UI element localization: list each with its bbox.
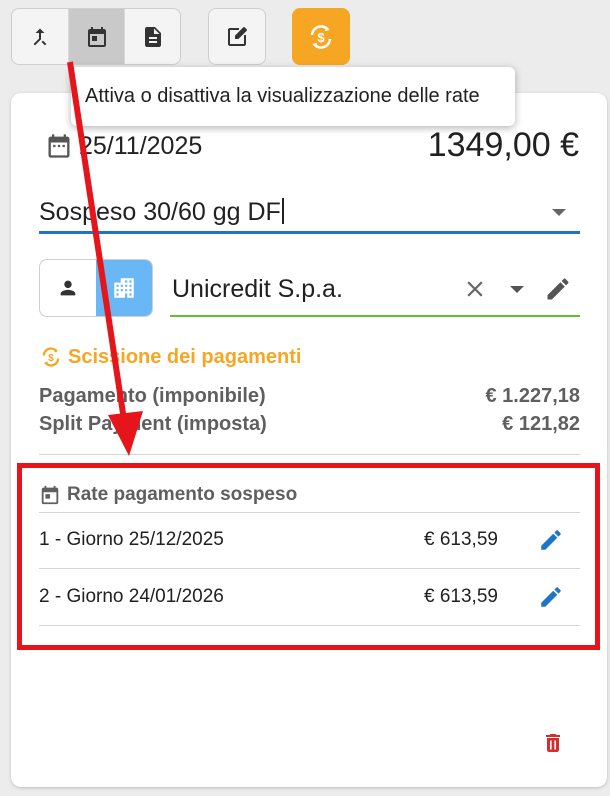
currency-cycle-icon: $ xyxy=(42,347,60,367)
pencil-icon[interactable] xyxy=(544,275,572,303)
highlight-box xyxy=(17,463,600,650)
person-icon xyxy=(60,280,76,296)
document-date: 25/11/2025 xyxy=(79,131,203,160)
calendar-icon xyxy=(87,26,106,47)
edit-note-icon xyxy=(228,26,247,46)
payment-method-value: Sospeso 30/60 gg DF xyxy=(39,198,281,226)
customer-select[interactable]: Unicredit S.p.a. xyxy=(170,262,580,317)
split-row-value: € 1.227,18 xyxy=(485,385,580,407)
company-type-button[interactable] xyxy=(96,260,152,316)
view-toggle-group xyxy=(11,8,181,65)
merge-icon xyxy=(33,28,47,45)
clear-icon[interactable] xyxy=(462,276,488,302)
split-row-label: Split Payment (imposta) xyxy=(39,413,267,435)
person-type-button[interactable] xyxy=(40,260,96,316)
merge-button[interactable] xyxy=(12,9,68,64)
trash-icon[interactable] xyxy=(541,729,565,757)
dropdown-arrow-icon[interactable] xyxy=(552,209,566,216)
text-cursor xyxy=(281,198,284,224)
currency-cycle-icon: $ xyxy=(310,24,332,49)
dropdown-arrow-icon[interactable] xyxy=(510,286,524,293)
date-field[interactable]: 25/11/2025 xyxy=(45,131,202,161)
document-total: 1349,00 € xyxy=(427,126,579,164)
document-button[interactable] xyxy=(124,9,180,64)
edit-notes-button[interactable] xyxy=(208,8,266,65)
split-row-tax: Split Payment (imposta) € 121,82 xyxy=(39,413,580,436)
tooltip: Attiva o disattiva la visualizzazione de… xyxy=(71,67,515,126)
customer-type-toggle xyxy=(39,259,153,317)
customer-name: Unicredit S.p.a. xyxy=(172,275,343,303)
split-row-label: Pagamento (imponibile) xyxy=(39,385,266,407)
split-payment-button[interactable]: $ xyxy=(292,8,350,65)
split-row-taxable: Pagamento (imponibile) € 1.227,18 xyxy=(39,385,580,408)
installments-toggle-button[interactable] xyxy=(68,9,124,64)
svg-text:$: $ xyxy=(48,353,54,364)
payment-method-select[interactable]: Sospeso 30/60 gg DF xyxy=(39,196,580,234)
document-icon xyxy=(144,26,161,47)
building-icon xyxy=(114,278,134,298)
tooltip-text: Attiva o disattiva la visualizzazione de… xyxy=(85,85,480,107)
split-payment-title: Scissione dei pagamenti xyxy=(68,345,302,368)
section-divider xyxy=(39,454,580,455)
split-payment-header: $ Scissione dei pagamenti xyxy=(39,345,301,369)
split-row-value: € 121,82 xyxy=(502,413,580,435)
calendar-icon xyxy=(48,134,70,158)
svg-text:$: $ xyxy=(317,30,325,45)
